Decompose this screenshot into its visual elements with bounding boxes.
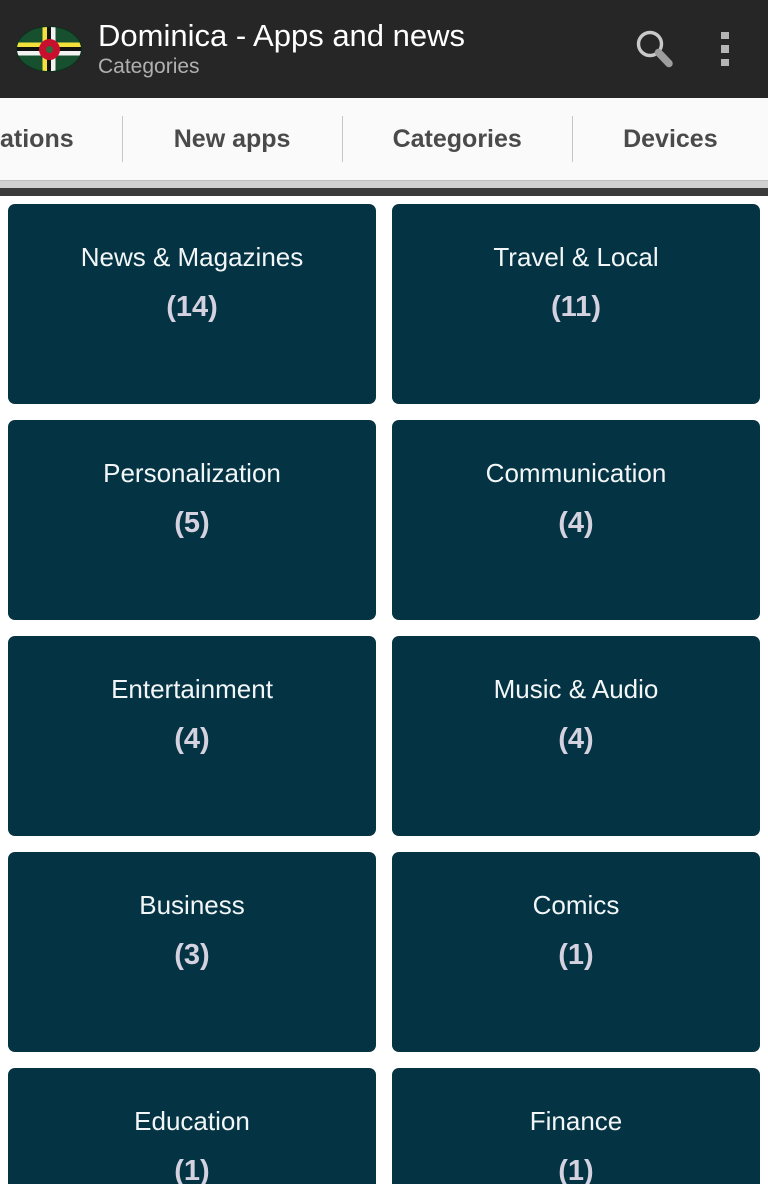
category-tile[interactable]: Music & Audio (4)	[392, 636, 760, 836]
category-tile-title: Entertainment	[111, 674, 273, 704]
overflow-menu-icon	[721, 29, 729, 69]
category-tile[interactable]: Entertainment (4)	[8, 636, 376, 836]
category-tile-count: (1)	[174, 1155, 210, 1184]
category-tile[interactable]: Travel & Local (11)	[392, 204, 760, 404]
category-tile-title: Music & Audio	[493, 674, 659, 704]
category-tile-count: (1)	[558, 939, 594, 971]
category-tile-count: (14)	[166, 291, 218, 323]
tab-strip[interactable]: ations New apps Categories Devices	[0, 98, 768, 180]
category-tile-title: Comics	[532, 890, 620, 920]
category-tile[interactable]: Finance (1)	[392, 1068, 760, 1184]
tab-indicator-bar[interactable]	[0, 188, 768, 196]
tab-label: Categories	[392, 124, 522, 153]
category-tile[interactable]: Education (1)	[8, 1068, 376, 1184]
search-button[interactable]	[616, 0, 692, 98]
category-tile-title: Personalization	[103, 458, 281, 488]
category-tile-title: Finance	[529, 1106, 623, 1136]
tab-new-apps[interactable]: New apps	[123, 98, 342, 180]
action-bar: Dominica - Apps and news Categories	[0, 0, 768, 98]
category-tile-count: (4)	[558, 507, 594, 539]
category-tile-count: (11)	[551, 291, 601, 323]
tab-label: ations	[0, 124, 74, 153]
category-tile-count: (4)	[174, 723, 210, 755]
dominica-flag-icon	[14, 19, 84, 79]
category-grid: News & Magazines (14) Travel & Local (11) Pe…	[0, 196, 768, 1184]
category-tile-title: Travel & Local	[493, 242, 659, 272]
category-tile[interactable]: News & Magazines (14)	[8, 204, 376, 404]
tab-devices[interactable]: Devices	[573, 98, 768, 180]
flag-red-disc	[38, 38, 60, 60]
category-tile-title: Education	[134, 1106, 250, 1136]
tab-categories[interactable]: Categories	[343, 98, 572, 180]
category-tile[interactable]: Personalization (5)	[8, 420, 376, 620]
category-tile-title: News & Magazines	[80, 242, 304, 272]
page-title: Dominica - Apps and news	[98, 18, 466, 53]
tab-label: Devices	[623, 124, 718, 153]
category-tile-count: (1)	[558, 1155, 594, 1184]
title-block: Dominica - Apps and news Categories	[84, 18, 616, 80]
page-subtitle: Categories	[98, 55, 200, 78]
tab-divider-light	[0, 180, 768, 188]
tab-applications[interactable]: ations	[0, 98, 122, 180]
search-icon	[636, 30, 673, 68]
category-tile[interactable]: Communication (4)	[392, 420, 760, 620]
category-tile-count: (5)	[174, 507, 210, 539]
tab-bar: ations New apps Categories Devices	[0, 98, 768, 180]
tab-label: New apps	[173, 124, 291, 153]
flag-oval-shape	[17, 27, 81, 71]
category-tile-count: (4)	[558, 723, 594, 755]
category-tile[interactable]: Comics (1)	[392, 852, 760, 1052]
category-tile-count: (3)	[174, 939, 210, 971]
action-bar-actions	[616, 0, 758, 98]
app-root: Dominica - Apps and news Categories atio…	[0, 0, 768, 1184]
overflow-menu-button[interactable]	[692, 0, 758, 98]
category-tile-title: Communication	[485, 458, 667, 488]
category-tile-title: Business	[139, 890, 245, 920]
category-tile[interactable]: Business (3)	[8, 852, 376, 1052]
